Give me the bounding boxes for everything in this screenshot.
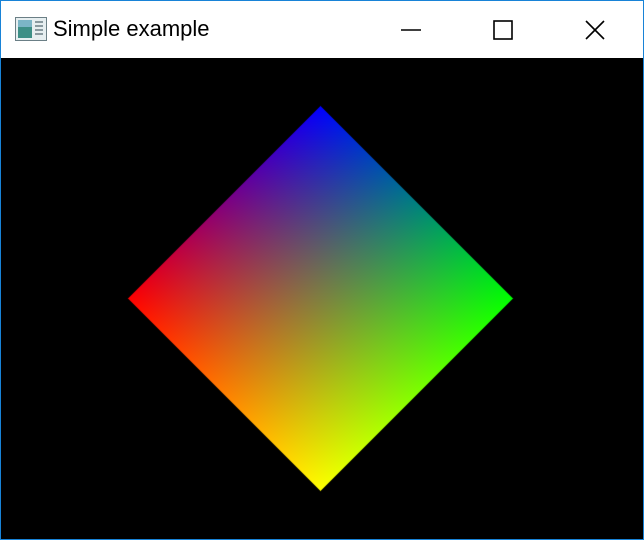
app-window: Simple example (0, 0, 644, 540)
opengl-viewport[interactable] (1, 58, 643, 539)
gradient-diamond (1, 58, 643, 539)
window-app-icon[interactable] (15, 17, 47, 41)
maximize-icon (493, 19, 513, 40)
window-title: Simple example (53, 16, 210, 41)
title-bar[interactable]: Simple example (1, 1, 643, 58)
close-icon (585, 19, 605, 40)
close-button[interactable] (549, 1, 641, 58)
maximize-button[interactable] (457, 1, 549, 58)
minimize-button[interactable] (365, 1, 457, 58)
minimize-icon (401, 28, 421, 31)
